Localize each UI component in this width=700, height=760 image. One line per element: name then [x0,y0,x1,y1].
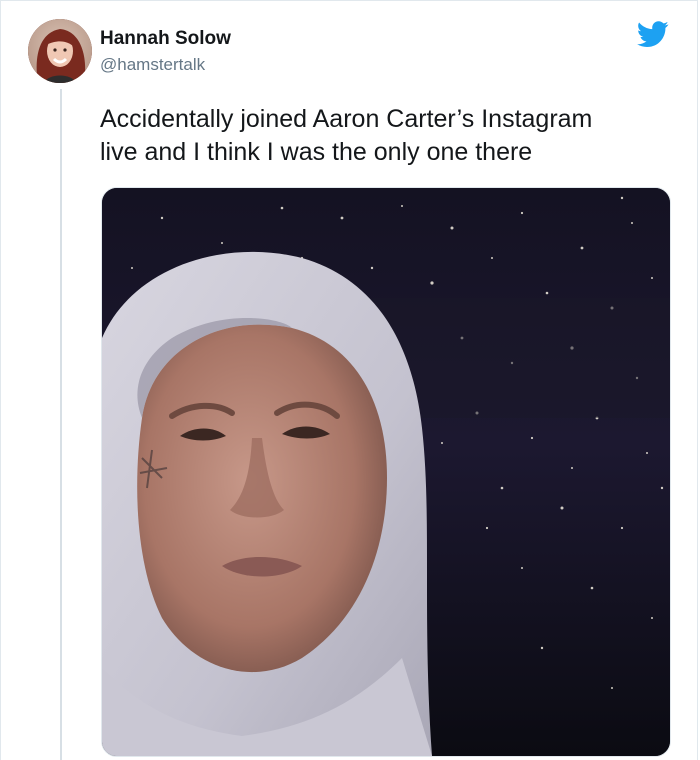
tweet-text: Accidentally joined Aaron Carter’s Insta… [100,103,670,169]
tweet-text-line: Accidentally joined Aaron Carter’s Insta… [100,105,593,133]
tweet-header: Hannah Solow @hamstertalk [100,27,231,76]
tweet-card: Hannah Solow @hamstertalk Accidentally j… [0,0,698,760]
tweet-media-image[interactable] [101,187,671,757]
thread-line [60,89,62,760]
author-display-name[interactable]: Hannah Solow [100,27,231,51]
avatar[interactable] [28,19,92,83]
author-handle[interactable]: @hamstertalk [100,54,231,76]
twitter-bird-icon[interactable] [636,21,669,48]
tweet-text-line: live and I think I was the only one ther… [100,138,533,166]
